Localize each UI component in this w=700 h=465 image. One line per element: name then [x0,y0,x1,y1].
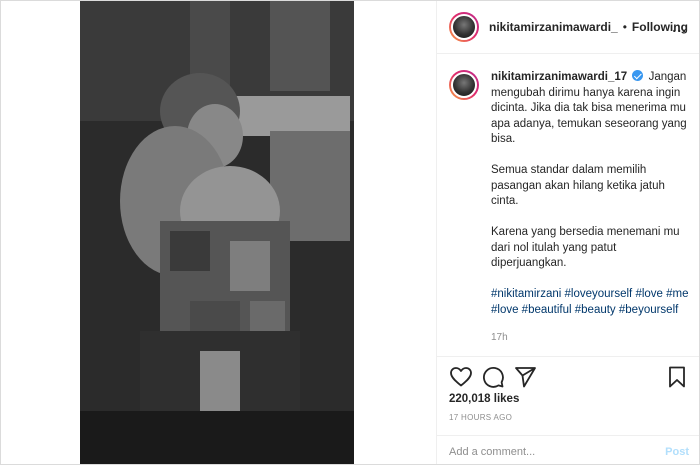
comment-icon[interactable] [481,365,505,389]
caption: nikitamirzanimawardi_17 Jangan mengubah … [449,70,689,345]
photo-area [1,1,437,464]
comments-section: nikitamirzanimawardi_17 Jangan mengubah … [437,54,699,354]
comment-box: Post [437,435,699,464]
caption-body: nikitamirzanimawardi_17 Jangan mengubah … [491,70,689,345]
post-timestamp[interactable]: 17 HOURS AGO [449,413,512,422]
heart-icon[interactable] [449,365,473,389]
more-options-icon[interactable]: ... [672,19,687,35]
separator-dot: • [622,20,627,34]
caption-paragraph-3: Karena yang bersedia menemani mu dari no… [491,226,680,269]
post-sidebar: nikitamirzanimawardi_ • Following ... ni… [437,1,699,464]
caption-hashtags[interactable]: #nikitamirzani #loveyourself #love #me #… [491,287,689,318]
actions-bar: 220,018 likes 17 HOURS AGO Post [437,356,699,464]
post-comment-button[interactable]: Post [665,446,689,458]
header-username[interactable]: nikitamirzanimawardi_ [489,20,618,34]
instagram-post: nikitamirzanimawardi_ • Following ... ni… [0,0,700,465]
bookmark-icon[interactable] [665,365,689,389]
share-icon[interactable] [513,365,537,389]
caption-username[interactable]: nikitamirzanimawardi_17 [491,71,627,83]
avatar[interactable] [449,12,479,42]
caption-paragraph-2: Semua standar dalam memilih pasangan aka… [491,164,665,207]
action-icons [449,365,689,389]
post-photo[interactable] [80,1,354,464]
photo-illustration [80,1,354,464]
likes-count[interactable]: 220,018 likes [449,393,519,405]
caption-time: 17h [491,331,508,343]
post-header: nikitamirzanimawardi_ • Following ... [437,1,699,54]
comment-input[interactable] [449,445,666,458]
verified-badge-icon [632,70,644,81]
caption-avatar[interactable] [449,70,479,100]
